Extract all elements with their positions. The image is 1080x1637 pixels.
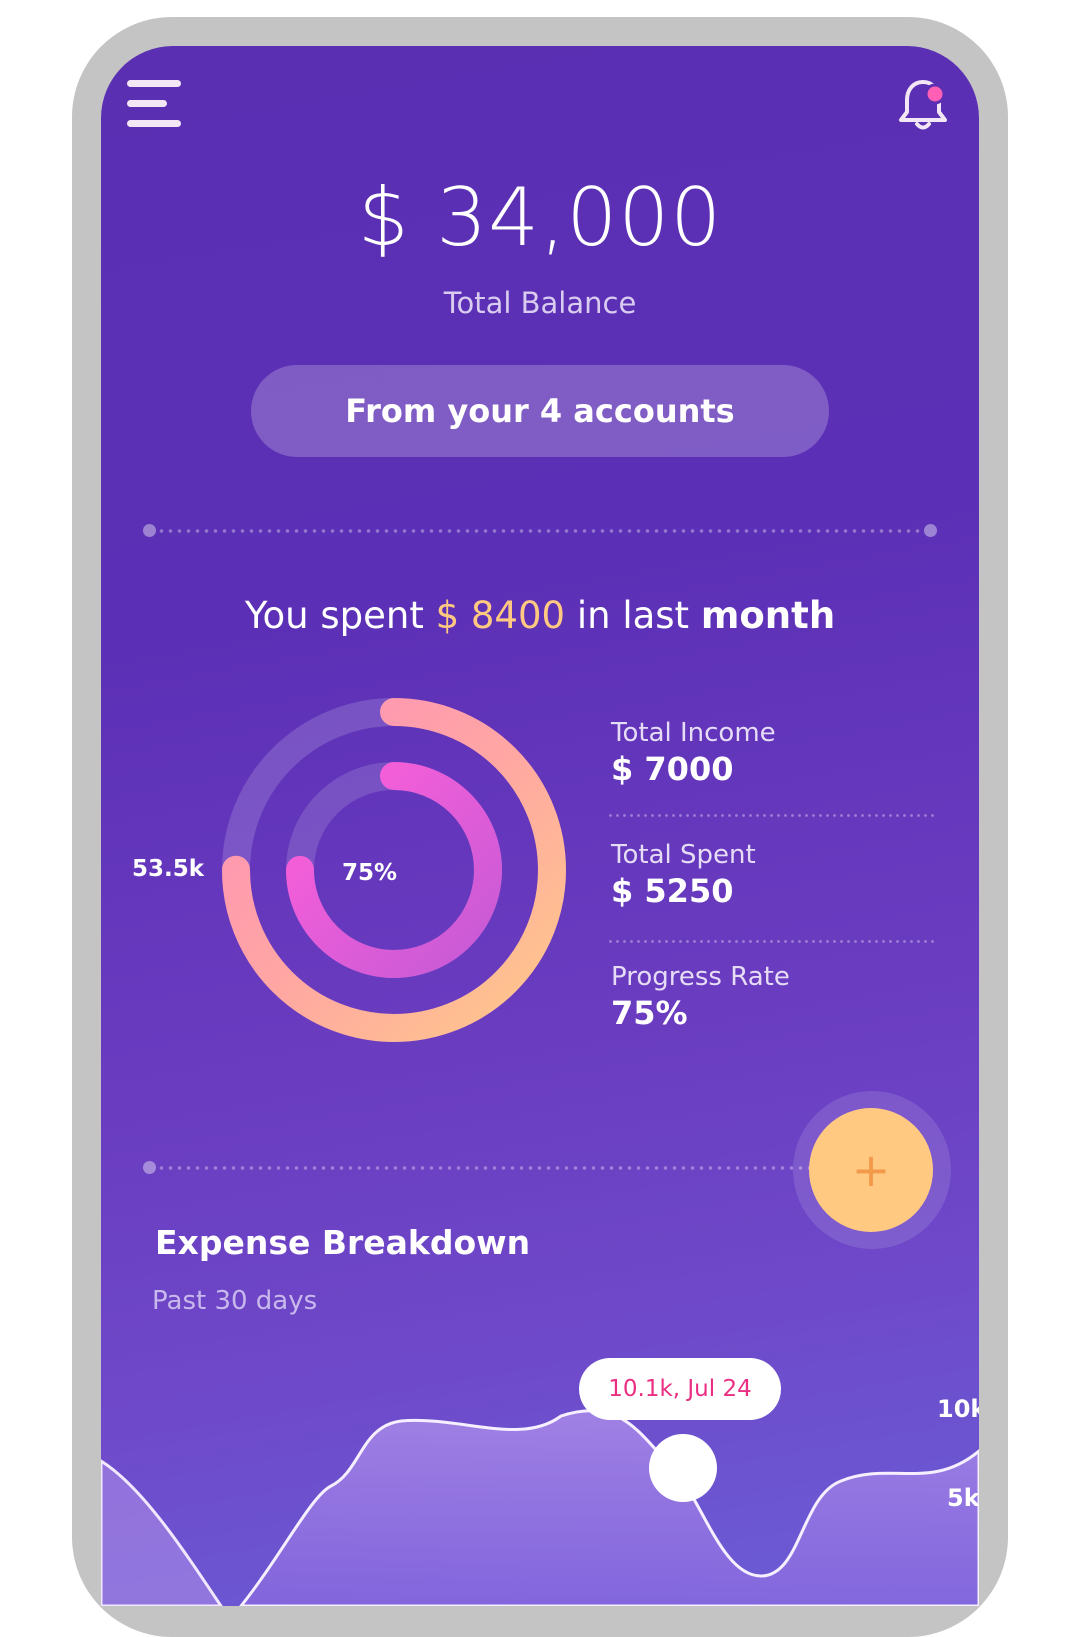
chart-point-handle — [649, 1434, 717, 1502]
stat-progress-rate: Progress Rate 75% — [611, 962, 936, 1084]
expense-area-back — [101, 1459, 223, 1606]
y-tick-label: 5k — [947, 1484, 979, 1512]
spending-amount: $ 8400 — [435, 594, 566, 637]
accounts-button[interactable]: From your 4 accounts — [251, 365, 829, 457]
outer-ring-label: 53.5k — [132, 856, 205, 882]
add-button[interactable]: + — [809, 1108, 933, 1232]
expense-area-chart — [101, 1409, 979, 1606]
expense-breakdown-subtitle: Past 30 days — [152, 1286, 318, 1316]
inner-ring-label: 75% — [342, 860, 398, 886]
stats-list: Total Income $ 7000 Total Spent $ 5250 P… — [607, 718, 936, 1084]
stat-total-spent: Total Spent $ 5250 — [607, 840, 936, 962]
stat-label: Total Income — [611, 718, 776, 748]
total-balance-label: Total Balance — [443, 286, 637, 320]
stat-total-income: Total Income $ 7000 — [607, 718, 936, 840]
hamburger-menu-icon[interactable] — [127, 80, 183, 130]
chart-tooltip: 10.1k, Jul 24 — [579, 1358, 781, 1420]
total-balance-amount: $ 34,000 — [357, 171, 723, 264]
notification-dot — [924, 83, 946, 105]
stat-value: $ 7000 — [611, 750, 734, 788]
stat-label: Total Spent — [611, 840, 756, 870]
spending-prefix: You spent — [244, 594, 436, 637]
y-tick-label: 10k — [937, 1395, 979, 1423]
spending-middle: in last — [565, 594, 701, 637]
spending-period: month — [700, 594, 836, 637]
stat-label: Progress Rate — [611, 962, 790, 992]
stat-value: 75% — [611, 994, 688, 1032]
spending-summary: You spent $ 8400 in last month — [101, 594, 979, 637]
dotted-divider — [143, 524, 937, 538]
expense-breakdown-title: Expense Breakdown — [155, 1223, 531, 1262]
dotted-divider — [143, 1161, 843, 1175]
bell-icon[interactable] — [893, 74, 953, 134]
stat-value: $ 5250 — [611, 872, 734, 910]
app-screen: $ 34,000 Total Balance From your 4 accou… — [101, 46, 979, 1606]
expense-area — [239, 1409, 979, 1606]
